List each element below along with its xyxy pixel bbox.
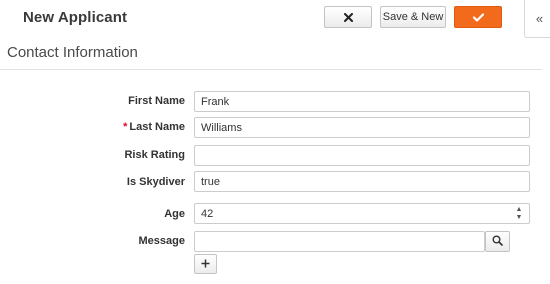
- required-marker: *: [123, 121, 128, 133]
- cancel-button[interactable]: [324, 6, 372, 28]
- risk-rating-label: Risk Rating: [124, 149, 185, 161]
- is-skydiver-label: Is Skydiver: [126, 176, 185, 188]
- message-field[interactable]: [194, 231, 485, 252]
- risk-rating-field[interactable]: [194, 145, 530, 166]
- message-label: Message: [138, 235, 185, 247]
- section-title: Contact Information: [7, 44, 138, 61]
- add-message-button[interactable]: [194, 254, 217, 274]
- checkmark-icon: [472, 12, 484, 22]
- first-name-label: First Name: [128, 95, 185, 107]
- close-icon: [343, 12, 353, 22]
- last-name-field[interactable]: [194, 117, 530, 138]
- age-label: Age: [164, 208, 185, 220]
- search-icon: [492, 233, 503, 251]
- age-stepper[interactable]: ▲ ▼: [509, 203, 529, 224]
- last-name-label: Last Name: [129, 121, 185, 133]
- last-name-label-wrap: * Last Name: [123, 121, 185, 133]
- stepper-up-icon[interactable]: ▲: [516, 206, 523, 214]
- age-field[interactable]: [194, 203, 530, 224]
- section-divider: [0, 69, 542, 70]
- stepper-down-icon[interactable]: ▼: [516, 214, 523, 222]
- collapse-panel-button[interactable]: «: [524, 0, 550, 38]
- save-and-new-button[interactable]: Save & New: [380, 6, 446, 28]
- is-skydiver-field[interactable]: [194, 171, 530, 192]
- plus-icon: [201, 255, 210, 273]
- page-title: New Applicant: [23, 9, 128, 26]
- first-name-field[interactable]: [194, 91, 530, 112]
- save-button[interactable]: [454, 6, 502, 28]
- lookup-button[interactable]: [485, 231, 510, 252]
